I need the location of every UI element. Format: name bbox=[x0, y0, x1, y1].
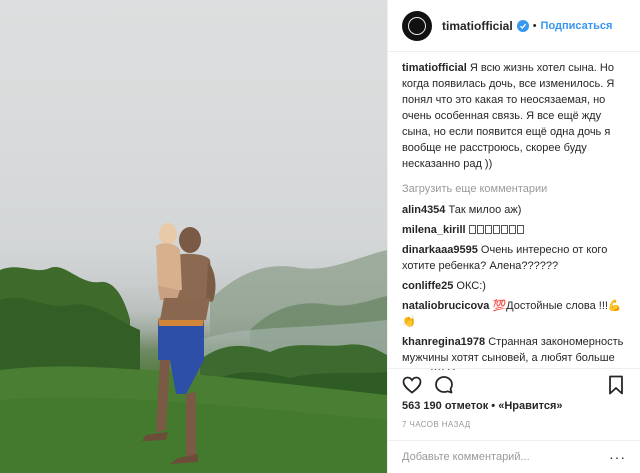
comment-item: milena_kirill bbox=[402, 222, 630, 238]
photo-scene bbox=[0, 223, 387, 473]
verified-badge-icon bbox=[516, 19, 529, 32]
header-username[interactable]: timatiofficial bbox=[442, 19, 513, 33]
comments-section: timatiofficial Я всю жизнь хотел сына. Н… bbox=[402, 60, 630, 370]
likes-count-text[interactable]: 563 190 отметок bbox=[402, 400, 488, 412]
comment-username[interactable]: alin4354 bbox=[402, 204, 445, 216]
comment-username[interactable]: milena_kirill bbox=[402, 224, 466, 236]
comment-bubble-icon[interactable] bbox=[432, 373, 456, 397]
post-photo[interactable] bbox=[0, 0, 387, 473]
avatar-logo bbox=[408, 16, 426, 35]
comment-username[interactable]: conliffe25 bbox=[402, 280, 453, 292]
comment-item: conliffe25 ОКС:) bbox=[402, 278, 630, 294]
emoji-placeholder-icons bbox=[468, 224, 525, 236]
add-comment-bar: ··· bbox=[388, 440, 640, 473]
comment-text: Так милоо аж) bbox=[448, 204, 522, 216]
caption-username[interactable]: timatiofficial bbox=[402, 62, 467, 74]
comment-item: dinarkaaa9595 Очень интересно от кого хо… bbox=[402, 242, 630, 274]
likes-count: 563 190 отметок • «Нравится» bbox=[402, 400, 563, 412]
post-caption: timatiofficial Я всю жизнь хотел сына. Н… bbox=[402, 60, 630, 172]
more-options-icon[interactable]: ··· bbox=[609, 449, 626, 465]
comment-username[interactable]: khanregina1978 bbox=[402, 336, 485, 348]
comment-username[interactable]: nataliobrucicova bbox=[402, 300, 489, 312]
header-separator: • bbox=[532, 19, 537, 32]
comment-item: nataliobrucicova 💯Достойные слова !!!💪👏 bbox=[402, 298, 630, 330]
bookmark-icon[interactable] bbox=[604, 373, 628, 397]
post-timestamp[interactable]: 7 ЧАСОВ НАЗАД bbox=[402, 420, 471, 429]
comment-input[interactable] bbox=[402, 451, 602, 463]
comment-item: khanregina1978 Странная закономерность м… bbox=[402, 334, 630, 370]
comment-text: ОКС:) bbox=[456, 280, 486, 292]
likes-separator: • bbox=[491, 400, 496, 412]
heart-outline-icon[interactable] bbox=[400, 373, 424, 397]
avatar[interactable] bbox=[402, 10, 432, 41]
post-actions-bar bbox=[388, 368, 640, 400]
post-sidebar: timatiofficial • Подписаться timatioffic… bbox=[387, 0, 640, 473]
post-header: timatiofficial • Подписаться bbox=[388, 0, 640, 52]
like-label[interactable]: «Нравится» bbox=[498, 400, 562, 412]
follow-button[interactable]: Подписаться bbox=[541, 20, 613, 32]
comment-username[interactable]: dinarkaaa9595 bbox=[402, 244, 478, 256]
caption-text: Я всю жизнь хотел сына. Но когда появила… bbox=[402, 62, 615, 170]
load-more-comments-button[interactable]: Загрузить еще комментарии bbox=[402, 181, 630, 197]
comment-item: alin4354 Так милоо аж) bbox=[402, 202, 630, 218]
